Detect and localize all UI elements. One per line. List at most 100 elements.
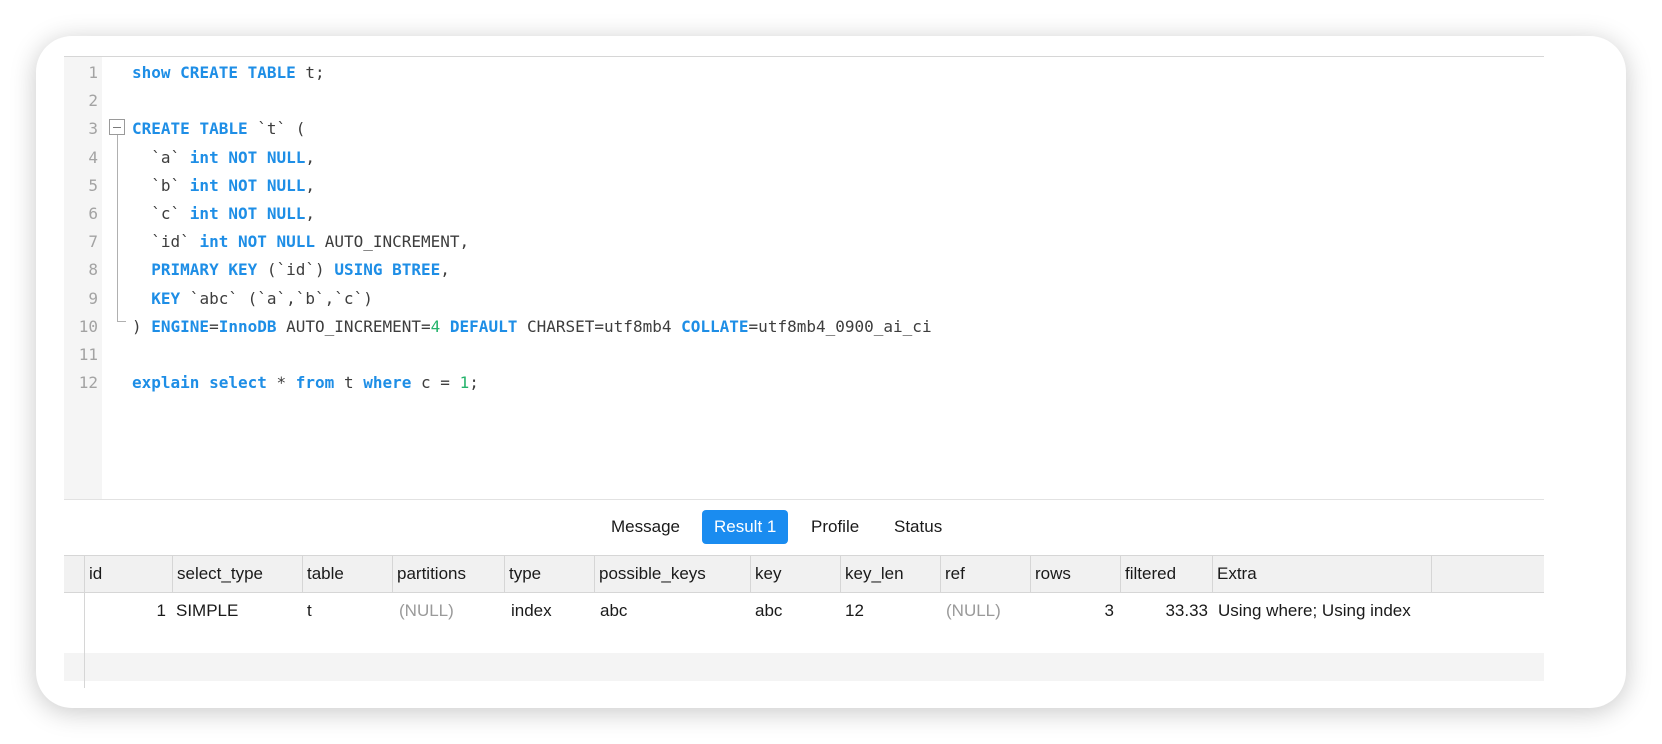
sql-keyword: select [209, 373, 267, 393]
sql-text: , [440, 260, 450, 280]
sql-keyword: int [189, 147, 219, 167]
sql-keyword: NOT [228, 204, 258, 223]
code-text: `id` int NOT NULL AUTO_INCREMENT, [132, 227, 469, 257]
sql-text: * [266, 373, 296, 393]
tab-result-1[interactable]: Result 1 [702, 510, 789, 544]
cell-rows: 3 [1104, 601, 1114, 620]
column-header-rows[interactable]: rows [1030, 556, 1120, 592]
sql-keyword: COLLATE [681, 316, 749, 336]
sql-keyword: int [189, 175, 219, 195]
sql-keyword: show [132, 63, 171, 82]
tab-message[interactable]: Message [599, 510, 692, 544]
line-number: 12 [78, 373, 98, 393]
tab-status[interactable]: Status [882, 510, 954, 544]
sql-keyword: NULL [266, 147, 306, 167]
column-header-key[interactable]: key [750, 556, 840, 592]
sql-keyword: KEY [228, 260, 258, 280]
cell-possible-keys: abc [600, 601, 628, 620]
sql-keyword: TABLE [247, 63, 296, 82]
sql-text: `b` [132, 175, 190, 195]
line-number: 5 [88, 175, 98, 195]
sql-keyword: TABLE [199, 119, 248, 139]
column-header-id[interactable]: id [84, 556, 172, 592]
screenshot-card: 1 show CREATE TABLE t; 2 3 CREATE TABLE `t` … [36, 36, 1626, 708]
column-header-key-len[interactable]: key_len [840, 556, 940, 592]
sql-keyword: NOT [228, 147, 258, 167]
column-header-extra[interactable]: Extra [1212, 556, 1432, 592]
fold-guide-line [117, 135, 118, 321]
sql-text: CHARSET=utf8mb4 [517, 316, 682, 336]
fold-collapse-icon[interactable] [109, 119, 125, 135]
column-header-select-type[interactable]: select_type [172, 556, 302, 592]
line-number: 6 [88, 204, 98, 223]
sql-text: , [305, 147, 316, 167]
sql-keyword: InnoDB [218, 316, 277, 336]
code-text: explain select * from t where c = 1; [132, 368, 479, 398]
sql-text: (`id`) [257, 260, 335, 280]
sql-text: ) [132, 316, 152, 336]
sql-keyword: KEY [151, 288, 181, 308]
sql-text: `id` [132, 232, 200, 252]
code-text: `b` int NOT NULL, [132, 171, 315, 201]
sql-text: t; [295, 63, 325, 82]
sql-text: , [305, 175, 316, 195]
sql-text: AUTO_INCREMENT= [276, 316, 431, 336]
sql-keyword: int [199, 232, 229, 252]
line-number: 10 [78, 316, 98, 336]
sql-keyword: NULL [276, 232, 316, 252]
code-text: KEY `abc` (`a`,`b`,`c`) [132, 284, 373, 314]
cell-key: abc [755, 601, 783, 620]
sql-keyword: CREATE [180, 63, 238, 82]
column-header-table[interactable]: table [302, 556, 392, 592]
sql-keyword: PRIMARY [151, 260, 219, 280]
line-number: 7 [88, 232, 98, 252]
sql-keyword: ENGINE [151, 316, 210, 336]
sql-text: `t` ( [247, 119, 306, 139]
sql-keyword: where [363, 373, 412, 393]
column-header-filtered[interactable]: filtered [1120, 556, 1212, 592]
sql-text: `abc` (`a`,`b`,`c`) [180, 288, 373, 308]
code-text: ) ENGINE=InnoDB AUTO_INCREMENT=4 DEFAULT… [132, 312, 932, 342]
sql-text: `c` [132, 204, 190, 223]
sql-text: = [209, 316, 219, 336]
sql-editor[interactable]: 1 show CREATE TABLE t; 2 3 CREATE TABLE `t` … [64, 56, 1544, 500]
cell-table: t [307, 601, 312, 620]
sql-keyword: NULL [266, 204, 306, 223]
sql-text: t [334, 373, 364, 393]
column-header-possible-keys[interactable]: possible_keys [594, 556, 750, 592]
grid-header-row: id select_type table partitions type pos… [64, 555, 1544, 593]
tab-profile[interactable]: Profile [799, 510, 871, 544]
table-row[interactable]: 1 SIMPLE t (NULL) index abc abc 12 (NULL… [64, 593, 1544, 629]
result-grid: id select_type table partitions type pos… [64, 555, 1544, 688]
result-tabs-bar: Message Result 1 Profile Status [64, 499, 1544, 556]
sql-text: ; [469, 373, 479, 393]
sql-text: =utf8mb4_0900_ai_ci [748, 316, 932, 336]
cell-id: 1 [156, 601, 166, 620]
sql-keyword: NOT [228, 175, 258, 195]
cell-key-len: 12 [845, 601, 864, 620]
column-header-partitions[interactable]: partitions [392, 556, 504, 592]
line-number: 1 [88, 63, 98, 82]
sql-text: , [305, 204, 316, 223]
column-header-type[interactable]: type [504, 556, 594, 592]
sql-text: AUTO_INCREMENT, [315, 232, 470, 252]
sql-client-panel: 1 show CREATE TABLE t; 2 3 CREATE TABLE `t` … [64, 56, 1544, 688]
sql-keyword: NOT [237, 232, 267, 252]
sql-keyword: BTREE [392, 260, 441, 280]
sql-number: 4 [430, 316, 441, 336]
sql-keyword: int [189, 204, 219, 223]
sql-keyword: USING [334, 260, 383, 280]
column-header-ref[interactable]: ref [940, 556, 1030, 592]
